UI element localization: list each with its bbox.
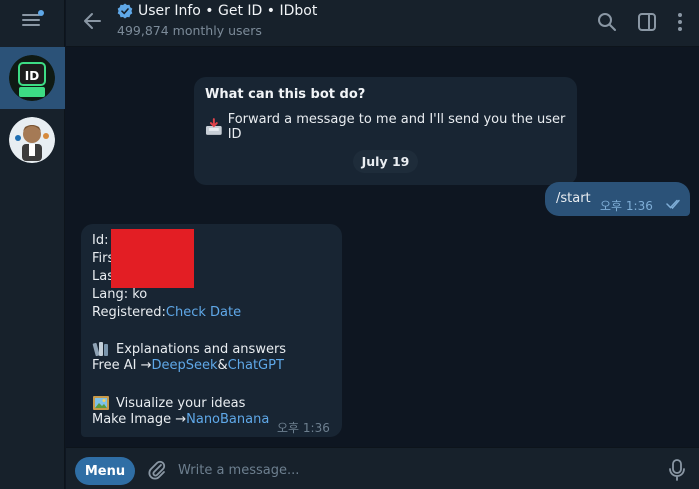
intro-title: What can this bot do? bbox=[205, 87, 366, 102]
intro-text-row: Forward a message to me and I'll send yo… bbox=[205, 112, 577, 142]
sidebar-toggle-icon[interactable] bbox=[636, 11, 658, 33]
redaction-block bbox=[111, 229, 194, 288]
verified-badge-icon bbox=[117, 3, 133, 19]
books-icon bbox=[92, 342, 108, 357]
chat-title: User Info • Get ID • IDbot bbox=[138, 3, 318, 19]
notification-dot bbox=[38, 10, 44, 16]
date-separator: July 19 bbox=[353, 150, 418, 173]
outgoing-message[interactable]: /start 오후 1:36 bbox=[545, 182, 690, 216]
search-icon[interactable] bbox=[596, 11, 618, 33]
registered-label: Registered: bbox=[92, 305, 166, 320]
double-check-icon bbox=[666, 199, 680, 210]
message-input[interactable] bbox=[178, 456, 648, 484]
deepseek-link[interactable]: DeepSeek bbox=[151, 358, 217, 373]
hamburger-menu-icon[interactable] bbox=[22, 10, 44, 28]
inbox-tray-icon bbox=[205, 118, 222, 135]
make-image-prefix: Make Image → bbox=[92, 412, 187, 427]
registered-line: Registered: Check Date bbox=[92, 305, 241, 320]
intro-text: Forward a message to me and I'll send yo… bbox=[227, 112, 566, 142]
incoming-message-time: 오후 1:36 bbox=[277, 421, 330, 435]
idbot-avatar: ID bbox=[9, 55, 55, 101]
id-label: Id: bbox=[92, 233, 109, 248]
chat-subtitle: 499,874 monthly users bbox=[117, 23, 262, 38]
microphone-icon[interactable] bbox=[666, 458, 688, 482]
outgoing-message-time: 오후 1:36 bbox=[600, 199, 653, 213]
svg-text:ID: ID bbox=[25, 69, 39, 83]
id-line: Id: bbox=[92, 233, 108, 248]
explain-text: Explanations and answers bbox=[116, 341, 287, 357]
visualize-text: Visualize your ideas bbox=[116, 395, 246, 411]
lang-line: Lang: ko bbox=[92, 287, 148, 302]
outgoing-message-text: /start bbox=[556, 191, 591, 206]
chat-item-user[interactable] bbox=[0, 109, 65, 171]
chat-item-idbot[interactable]: ID bbox=[0, 47, 65, 109]
message-composer: Menu bbox=[66, 447, 699, 489]
free-ai-prefix: Free AI → bbox=[92, 358, 152, 373]
nanobanana-link[interactable]: NanoBanana bbox=[186, 412, 269, 427]
user-avatar bbox=[9, 117, 55, 163]
chat-header: User Info • Get ID • IDbot 499,874 month… bbox=[66, 0, 699, 47]
back-arrow-icon[interactable] bbox=[82, 10, 104, 32]
chat-list-rail: ID bbox=[0, 0, 65, 489]
paperclip-icon[interactable] bbox=[146, 459, 168, 481]
explain-line: Explanations and answers bbox=[92, 340, 286, 358]
message-list: What can this bot do? Forward a message … bbox=[66, 48, 699, 447]
incoming-message[interactable]: Id: Firs Las Lang: ko Registered: Check … bbox=[81, 224, 342, 437]
amp-text: & bbox=[217, 358, 228, 373]
visualize-line: Visualize your ideas bbox=[92, 394, 245, 412]
chat-title-row[interactable]: User Info • Get ID • IDbot bbox=[117, 3, 317, 19]
framed-picture-icon bbox=[93, 396, 109, 410]
bot-menu-button[interactable]: Menu bbox=[75, 457, 135, 485]
make-image-line: Make Image → NanoBanana bbox=[92, 412, 269, 427]
chatgpt-link[interactable]: ChatGPT bbox=[228, 358, 284, 373]
free-ai-line: Free AI → DeepSeek & ChatGPT bbox=[92, 358, 284, 373]
check-date-link[interactable]: Check Date bbox=[166, 305, 241, 320]
more-vertical-icon[interactable] bbox=[669, 11, 691, 33]
